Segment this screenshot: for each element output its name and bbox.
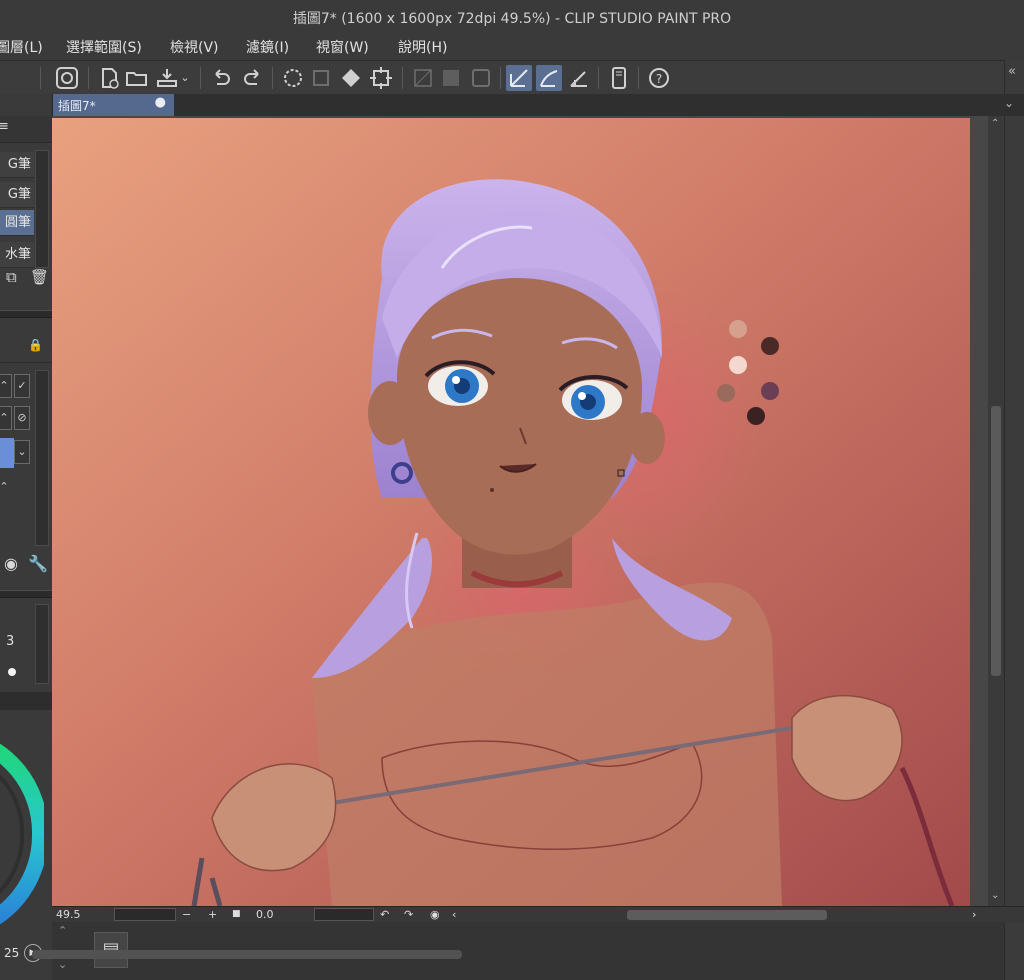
menu-help[interactable]: 說明(H) <box>398 37 447 57</box>
help-icon[interactable]: ? <box>646 65 672 91</box>
wrench-icon[interactable]: 🔧 <box>28 554 48 573</box>
menu-bar: 圖層(L) 選擇範圍(S) 檢視(V) 濾鏡(I) 視窗(W) 說明(H) <box>0 32 1024 60</box>
panel-header: ≡ <box>0 116 52 143</box>
panel-divider <box>0 590 52 598</box>
horizontal-scroll-thumb[interactable] <box>627 910 827 920</box>
scroll-right-icon[interactable]: › <box>972 908 976 921</box>
snap-special-ruler-icon[interactable] <box>536 65 562 91</box>
color-wheel[interactable] <box>0 724 44 944</box>
right-panel-edge: « <box>1004 60 1024 980</box>
vertical-scroll-thumb[interactable] <box>991 406 1001 676</box>
sub-tool-panel: ≡ G筆 G筆 圓筆 水筆 ⧉ 🗑 🔒 ⌃ ✓ ⌃ ⊘ ⌄ ⌃ ◉ 🔧 3 <box>0 94 53 980</box>
clip-studio-logo-icon[interactable] <box>54 65 80 91</box>
redo-icon[interactable] <box>240 65 266 91</box>
collapse-arrows-icon[interactable]: « <box>1008 64 1016 79</box>
rotate-right-icon[interactable]: ↷ <box>404 908 413 921</box>
size-toggle-icon[interactable]: ✓ <box>14 374 30 398</box>
density-stepper[interactable]: ⌃ <box>0 476 12 500</box>
palette-swatch-5 <box>761 382 779 400</box>
drawing-canvas[interactable] <box>52 118 970 906</box>
selection-box-icon[interactable] <box>468 65 494 91</box>
command-bar: ⌄ ? <box>0 60 1024 96</box>
canvas-vertical-scrollbar[interactable]: ⌃ ⌄ <box>988 116 1004 906</box>
palette-swatch-6 <box>747 407 765 425</box>
window-title: 插圖7* (1600 x 1600px 72dpi 49.5%) - CLIP … <box>292 11 732 27</box>
tab-list-chevron-icon[interactable]: ⌄ <box>1004 96 1014 110</box>
menu-lines-icon[interactable]: ≡ <box>0 119 9 134</box>
sub-tool-item-2[interactable]: G筆 <box>0 182 34 208</box>
palette-swatch-2 <box>761 337 779 355</box>
document-tab-bar: 插圖7* ● ⌄ <box>52 94 1024 116</box>
menu-view[interactable]: 檢視(V) <box>170 37 219 57</box>
sub-tool-item-3[interactable]: 圓筆 <box>0 210 34 236</box>
opacity-stepper[interactable]: ⌃ <box>0 406 12 430</box>
document-tab[interactable]: 插圖7* ● <box>52 94 174 116</box>
convert-icon[interactable] <box>308 65 334 91</box>
title-bar: 插圖7* (1600 x 1600px 72dpi 49.5%) - CLIP … <box>0 0 1024 33</box>
brush-preview[interactable] <box>0 438 14 468</box>
scroll-up-icon[interactable]: ⌃ <box>991 118 999 129</box>
palette-swatch-1 <box>729 320 747 338</box>
opacity-toggle-icon[interactable]: ⊘ <box>14 406 30 430</box>
svg-text:?: ? <box>656 72 662 86</box>
stop-icon[interactable]: ■ <box>232 909 241 919</box>
open-folder-icon[interactable] <box>124 65 150 91</box>
hide-selection-icon[interactable] <box>410 65 436 91</box>
scroll-left-icon[interactable]: ‹ <box>452 908 456 921</box>
sub-tool-item-4[interactable]: 水筆 <box>0 242 34 268</box>
zoom-slider[interactable] <box>114 908 176 921</box>
settings-dial-icon[interactable]: ◉ <box>4 554 18 573</box>
sub-tool-scrollbar[interactable] <box>35 150 49 268</box>
bottom-number: 25 <box>4 946 20 960</box>
bottom-panel: 25 ▶ ⌃ ⌄ ▤ <box>4 922 1004 980</box>
lock-icon[interactable]: 🔒 <box>28 338 43 352</box>
undo-icon[interactable] <box>208 65 234 91</box>
zoom-in-button[interactable]: + <box>208 908 217 921</box>
zoom-out-button[interactable]: − <box>182 908 191 921</box>
brush-dot-icon <box>8 668 16 676</box>
bottom-scrollbar[interactable] <box>32 950 462 959</box>
size-stepper[interactable]: ⌃ <box>0 374 12 398</box>
palette-swatch-4 <box>717 384 735 402</box>
zoom-value[interactable]: 49.5 <box>56 908 81 921</box>
brush-dropdown-icon[interactable]: ⌄ <box>14 440 30 464</box>
snap-ruler-icon[interactable] <box>506 65 532 91</box>
export-icon[interactable] <box>154 65 180 91</box>
canvas-area <box>52 116 988 906</box>
angle-slider[interactable] <box>314 908 374 921</box>
scroll-down-icon[interactable]: ⌄ <box>991 890 999 901</box>
new-file-icon[interactable] <box>96 65 122 91</box>
selection-grey-icon[interactable] <box>438 65 464 91</box>
navigator-status-bar: 49.5 − + ■ 0.0 ↶ ↷ ◉ ‹ › <box>52 906 1024 923</box>
expand-up-icon[interactable]: ⌃ <box>58 924 67 937</box>
menu-layer[interactable]: 圖層(L) <box>0 37 43 57</box>
add-sub-tool-icon[interactable]: ⧉ <box>6 268 17 286</box>
tool-property-scrollbar[interactable] <box>35 370 49 546</box>
property-value: 3 <box>6 634 15 649</box>
menu-window[interactable]: 視窗(W) <box>316 37 369 57</box>
property-scrollbar[interactable] <box>35 604 49 684</box>
reset-rotation-icon[interactable]: ◉ <box>430 908 440 921</box>
export-dropdown-icon[interactable]: ⌄ <box>178 65 192 91</box>
tool-property-header: 🔒 <box>0 332 52 363</box>
color-panel-header <box>0 692 52 710</box>
menu-filter[interactable]: 濾鏡(I) <box>246 37 289 57</box>
clear-selection-icon[interactable] <box>280 65 306 91</box>
expand-down-icon[interactable]: ⌄ <box>58 958 67 971</box>
artwork <box>52 118 970 906</box>
sub-tool-item-1[interactable]: G筆 <box>0 152 34 178</box>
delete-sub-tool-icon[interactable]: 🗑 <box>30 268 49 286</box>
device-icon[interactable] <box>606 65 632 91</box>
fill-icon[interactable] <box>338 65 364 91</box>
panel-divider <box>0 310 52 318</box>
modified-dot-icon: ● <box>154 95 166 110</box>
snap-grid-icon[interactable] <box>566 65 592 91</box>
rotate-left-icon[interactable]: ↶ <box>380 908 389 921</box>
angle-value[interactable]: 0.0 <box>256 908 274 921</box>
menu-selection[interactable]: 選擇範圍(S) <box>66 37 142 57</box>
transform-icon[interactable] <box>368 65 394 91</box>
document-tab-label: 插圖7* <box>58 99 96 113</box>
palette-swatch-3 <box>729 356 747 374</box>
